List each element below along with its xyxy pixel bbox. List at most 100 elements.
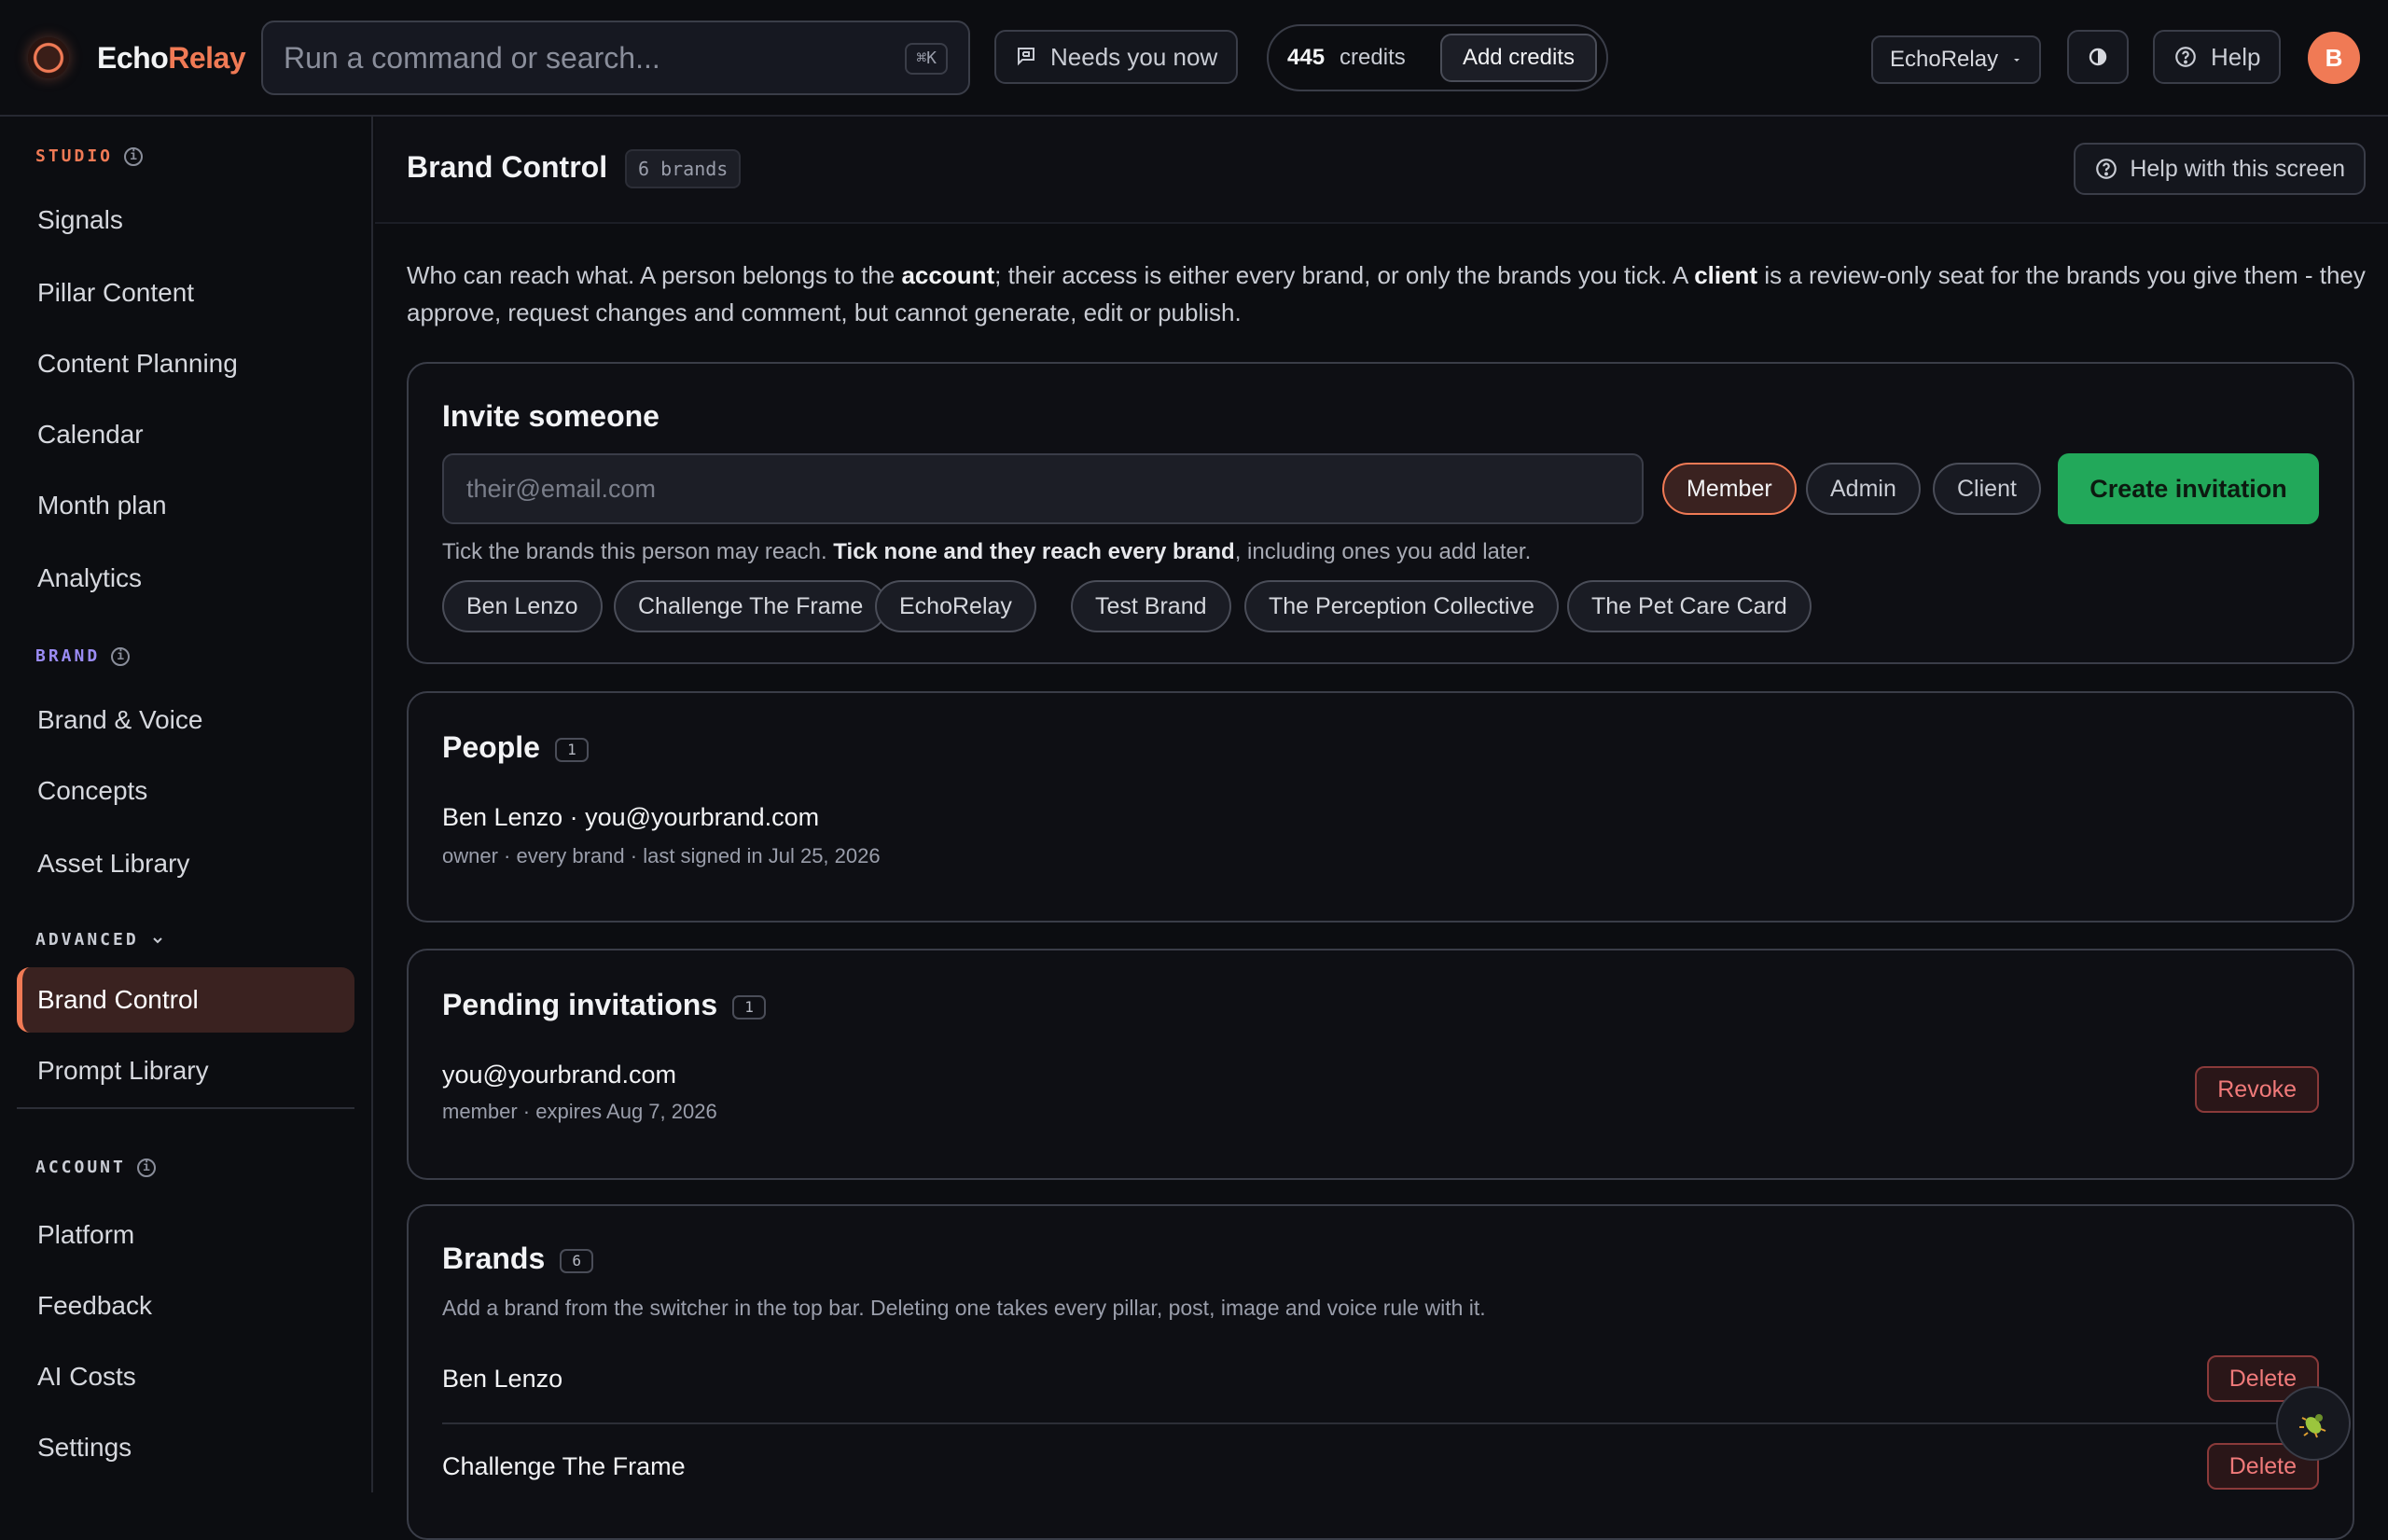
nav-platform[interactable]: Platform [17,1202,354,1268]
info-icon[interactable]: i [136,1158,156,1177]
nav-ai-costs[interactable]: AI Costs [17,1344,354,1409]
help-with-screen-button[interactable]: Help with this screen [2074,143,2366,195]
role-client-option[interactable]: Client [1933,463,2041,515]
brands-title-text: Brands [442,1242,546,1275]
invite-card: Invite someone Member Admin Client Creat… [407,362,2354,664]
intro-text: Who can reach what. A person belongs to … [407,257,2366,331]
role-admin-option[interactable]: Admin [1806,463,1921,515]
brand-chip-the-pet-care-card[interactable]: The Pet Care Card [1567,580,1812,632]
person-row-main: Ben Lenzo · you@yourbrand.com [442,803,820,831]
top-bar: EchoRelay ⌘K Needs you now 445 credits A… [0,0,2388,117]
help-with-screen-label: Help with this screen [2130,155,2345,182]
brand-switcher-label: EchoRelay [1890,47,1999,72]
main-content: Brand Control 6 brands Help with this sc… [375,117,2388,1540]
echorelay-logo-icon[interactable] [28,37,69,78]
theme-toggle-button[interactable] [2067,30,2129,84]
invitation-row-details: member · expires Aug 7, 2026 [442,1100,717,1123]
chevron-down-icon [152,936,162,943]
pending-invitations-card: Pending invitations 1 you@yourbrand.com m… [407,949,2354,1180]
section-studio: STUDIO i [35,146,144,166]
sidebar: STUDIO i Signals Pillar Content Content … [0,117,373,1492]
nav-prompt-library[interactable]: Prompt Library [17,1038,354,1103]
invite-email-input[interactable] [442,453,1644,524]
app-name-part1: Echo [97,41,169,75]
bug-icon [2299,1414,2326,1438]
add-credits-button[interactable]: Add credits [1439,34,1597,82]
brands-card: Brands 6 Add a brand from the switcher in… [407,1204,2354,1540]
nav-pillar-content[interactable]: Pillar Content [17,260,354,326]
feedback-bug-button[interactable] [2276,1386,2351,1461]
people-count-badge: 1 [554,737,589,762]
brand-chip-test-brand[interactable]: Test Brand [1071,580,1231,632]
pending-title-text: Pending invitations [442,988,718,1021]
nav-signals[interactable]: Signals [17,187,354,253]
intro-bold-account: account [901,261,995,289]
nav-month-plan[interactable]: Month plan [17,473,354,538]
brands-title: Brands 6 [442,1242,594,1276]
pending-count-badge: 1 [732,994,767,1020]
brand-row-divider [442,1422,2323,1424]
nav-brand-control[interactable]: Brand Control [17,967,354,1033]
nav-settings[interactable]: Settings [17,1415,354,1480]
info-icon[interactable]: i [124,146,144,166]
page-title: Brand Control [407,150,608,184]
section-advanced-title: ADVANCED [35,930,139,950]
invitation-row-email: you@yourbrand.com [442,1061,677,1089]
people-title: People 1 [442,730,589,765]
hint-part: Tick the brands this person may reach. [442,539,834,564]
command-search[interactable]: ⌘K [261,21,970,95]
invite-hint: Tick the brands this person may reach. T… [442,539,1531,565]
nav-asset-library[interactable]: Asset Library [17,831,354,896]
brand-chip-ben-lenzo[interactable]: Ben Lenzo [442,580,603,632]
needs-label: Needs you now [1050,42,1218,71]
credits-label: credits [1340,45,1406,70]
brands-count-badge: 6 [560,1248,594,1273]
brand-chip-the-perception-collective[interactable]: The Perception Collective [1244,580,1559,632]
hint-bold: Tick none and they reach every brand [833,539,1235,564]
brand-chip-echorelay[interactable]: EchoRelay [875,580,1036,632]
credits-value: 445 [1287,45,1326,70]
intro-bold-client: client [1694,261,1758,289]
people-title-text: People [442,730,540,764]
brand-chip-challenge-the-frame[interactable]: Challenge The Frame [614,580,888,632]
brand-switcher[interactable]: EchoRelay [1871,35,2042,84]
sidebar-divider [17,1107,354,1109]
intro-part: Who can reach what. A person belongs to … [407,261,902,289]
pending-title: Pending invitations 1 [442,988,767,1022]
user-avatar[interactable]: B [2308,32,2360,84]
info-icon[interactable]: i [111,646,131,666]
hint-part: , including ones you add later. [1234,539,1532,564]
question-circle-icon [2175,47,2196,67]
section-advanced[interactable]: ADVANCED [35,930,165,950]
page-header: Brand Control 6 brands Help with this sc… [375,117,2388,224]
nav-content-planning[interactable]: Content Planning [17,331,354,396]
invite-title: Invite someone [442,399,659,433]
half-moon-icon [2089,48,2107,66]
search-shortcut-hint: ⌘K [905,43,948,75]
nav-feedback[interactable]: Feedback [17,1273,354,1339]
question-circle-icon [2096,159,2117,179]
section-brand-title: BRAND [35,646,101,666]
people-card: People 1 Ben Lenzo · you@yourbrand.com ow… [407,691,2354,923]
credits-widget: 445 credits Add credits [1267,24,1608,91]
brands-description: Add a brand from the switcher in the top… [442,1296,1486,1320]
message-flag-icon [1018,48,1034,66]
section-account-title: ACCOUNT [35,1158,126,1177]
person-row-details: owner · every brand · last signed in Jul… [442,844,881,867]
create-invitation-button[interactable]: Create invitation [2058,453,2319,524]
app-name-part2: Relay [168,41,246,75]
section-account: ACCOUNT i [35,1158,156,1177]
help-button[interactable]: Help [2153,30,2282,84]
search-input[interactable] [284,39,843,76]
app-name[interactable]: EchoRelay [97,41,246,76]
nav-analytics[interactable]: Analytics [17,546,354,611]
nav-calendar[interactable]: Calendar [17,402,354,467]
brand-row-name: Ben Lenzo [442,1365,563,1393]
chevron-down-icon [2014,59,2020,62]
nav-brand-voice[interactable]: Brand & Voice [17,687,354,753]
role-member-option[interactable]: Member [1662,463,1797,515]
needs-you-now-button[interactable]: Needs you now [994,30,1239,84]
revoke-button[interactable]: Revoke [2195,1066,2319,1113]
nav-concepts[interactable]: Concepts [17,758,354,824]
intro-part: ; their access is either every brand, or… [994,261,1695,289]
